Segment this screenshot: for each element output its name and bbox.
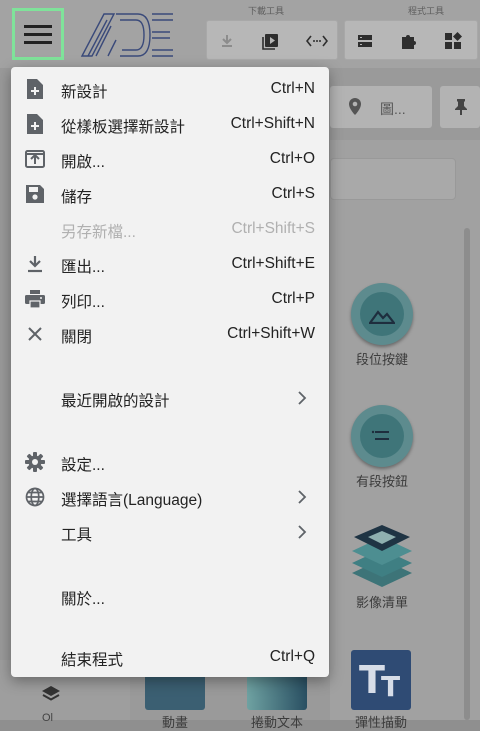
chevron-right-icon [298, 525, 307, 539]
menu-item-shortcut: Ctrl+Shift+S [231, 220, 315, 237]
program-tools-group [344, 20, 478, 60]
menu-item-label: 匯出... [61, 259, 105, 276]
menu-item-tools[interactable]: 工具 [11, 514, 329, 549]
menu-item-settings[interactable]: 設定... [11, 444, 329, 479]
menu-item-label: 開啟... [61, 154, 105, 171]
palette-scrollbar[interactable] [464, 228, 470, 720]
export-icon [25, 254, 45, 274]
menu-item-export[interactable]: 匯出... Ctrl+Shift+E [11, 246, 329, 281]
widgets-icon[interactable] [443, 31, 463, 51]
menu-item-shortcut: Ctrl+P [271, 290, 316, 307]
menu-item-shortcut: Ctrl+N [270, 80, 315, 97]
menu-item-label: 另存新檔... [61, 224, 136, 241]
menu-item-label: 結束程式 [61, 652, 124, 669]
download-tools-group [206, 20, 338, 60]
menu-item-label: 關於... [61, 591, 105, 608]
hamburger-menu-button[interactable] [12, 8, 64, 60]
menu-item-shortcut: Ctrl+Q [269, 648, 315, 665]
pin-button[interactable] [440, 86, 480, 128]
palette-search-hint: 圖... [380, 101, 406, 117]
open-icon [25, 149, 45, 169]
menu-item-about[interactable]: 關於... [11, 578, 329, 613]
menu-item-new-design[interactable]: 新設計 Ctrl+N [11, 71, 329, 106]
menu-item-shortcut: Ctrl+Shift+E [231, 255, 315, 272]
menu-item-label: 工具 [61, 527, 93, 544]
hamburger-icon [24, 20, 52, 49]
palette-item-label: 動畫 [161, 715, 188, 730]
app-logo [80, 13, 173, 57]
menu-item-label: 新設計 [61, 84, 108, 101]
palette-item-segment-button[interactable] [351, 283, 413, 345]
new-from-template-icon [25, 114, 45, 134]
download-icon[interactable] [217, 31, 237, 51]
chevron-right-icon [298, 391, 307, 405]
menu-item-label: 列印... [61, 294, 105, 311]
menu-item-recent-designs[interactable]: 最近開啟的設計 [11, 380, 329, 415]
puzzle-icon[interactable] [399, 31, 419, 51]
program-tools-label: 程式工具 [408, 6, 445, 16]
palette-item-label: 有段按鈕 [355, 474, 408, 489]
menu-item-save[interactable]: 儲存 Ctrl+S [11, 176, 329, 211]
menu-item-label: 儲存 [61, 189, 93, 206]
left-bottom-label: Ol [42, 712, 53, 724]
palette-item-label: 段位按鍵 [355, 352, 408, 367]
menu-item-close[interactable]: 關閉 Ctrl+Shift+W [11, 316, 329, 351]
location-pin-icon [349, 98, 361, 115]
menu-item-shortcut: Ctrl+S [271, 185, 316, 202]
print-icon [25, 289, 45, 309]
list-view-icon[interactable] [355, 31, 375, 51]
image-list-icon[interactable] [350, 523, 414, 589]
palette-item-label: 影像清單 [355, 595, 408, 610]
text-tt-icon: T [381, 670, 401, 703]
menu-item-print[interactable]: 列印... Ctrl+P [11, 281, 329, 316]
menu-item-save-as[interactable]: 另存新檔... Ctrl+Shift+S [11, 211, 329, 246]
lines-icon [360, 414, 404, 458]
file-menu: 新設計 Ctrl+N 從樣板選擇新設計 Ctrl+Shift+N 開啟... C… [11, 67, 329, 677]
menu-item-label: 選擇語言(Language) [61, 492, 203, 509]
pin-icon [455, 99, 467, 115]
palette-item-elastic[interactable]: T T [351, 650, 411, 710]
menu-item-label: 從樣板選擇新設計 [61, 119, 186, 136]
palette-item-label: 捲動文本 [250, 715, 303, 730]
menu-item-shortcut: Ctrl+O [269, 150, 315, 167]
menu-item-new-from-template[interactable]: 從樣板選擇新設計 Ctrl+Shift+N [11, 106, 329, 141]
gear-icon [25, 452, 45, 472]
code-icon[interactable] [305, 31, 329, 51]
palette-search[interactable]: 圖... [330, 86, 432, 128]
palette-item-segmented-button[interactable] [351, 405, 413, 467]
palette-filter-input[interactable] [330, 158, 456, 200]
mountain-icon [360, 292, 404, 336]
menu-item-label: 最近開啟的設計 [61, 393, 170, 410]
palette-item-label: 彈性描動 [354, 715, 407, 730]
menu-item-label: 設定... [61, 457, 105, 474]
close-icon [25, 324, 45, 344]
menu-item-exit[interactable]: 結束程式 Ctrl+Q [11, 639, 329, 674]
chevron-right-icon [298, 490, 307, 504]
layers-icon[interactable] [40, 684, 62, 706]
save-icon [25, 184, 45, 204]
menu-item-language[interactable]: 選擇語言(Language) [11, 479, 329, 514]
download-tools-label: 下載工具 [248, 6, 285, 16]
play-icon[interactable] [261, 31, 281, 51]
new-file-icon [25, 79, 45, 99]
menu-item-shortcut: Ctrl+Shift+N [230, 115, 315, 132]
globe-icon [25, 487, 45, 507]
menu-item-open[interactable]: 開啟... Ctrl+O [11, 141, 329, 176]
menu-item-label: 關閉 [61, 329, 93, 346]
menu-item-shortcut: Ctrl+Shift+W [227, 325, 315, 342]
